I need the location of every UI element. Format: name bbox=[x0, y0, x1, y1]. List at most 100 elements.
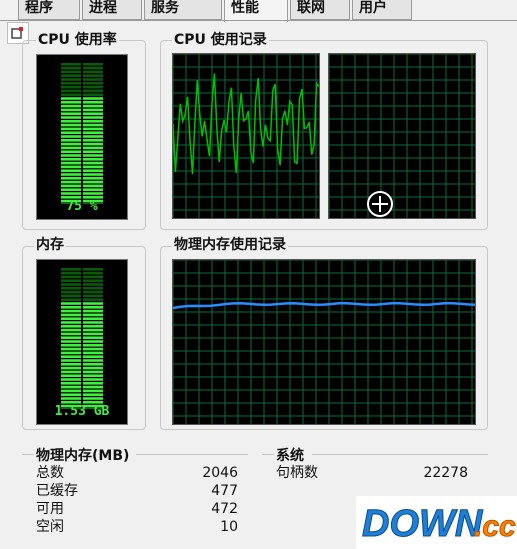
system-handles-label: 句柄数 bbox=[276, 465, 318, 481]
meter-segment bbox=[61, 268, 81, 271]
meter-segment bbox=[61, 112, 81, 115]
meter-segment bbox=[83, 317, 103, 320]
meter-segment bbox=[61, 154, 81, 157]
meter-segment bbox=[61, 363, 81, 366]
meter-segment bbox=[83, 363, 103, 366]
meter-segment bbox=[61, 366, 81, 370]
meter-segment bbox=[83, 112, 103, 115]
meter-segment bbox=[83, 97, 103, 100]
crosshair-cursor-icon bbox=[367, 191, 393, 217]
memory-history-graph bbox=[172, 259, 476, 425]
physical-memory-total-label: 总数 bbox=[36, 465, 64, 481]
meter-segment bbox=[83, 184, 103, 188]
meter-segment bbox=[61, 271, 81, 275]
meter-segment bbox=[61, 177, 81, 180]
meter-segment bbox=[83, 325, 103, 328]
meter-segment bbox=[61, 397, 81, 400]
meter-segment bbox=[83, 313, 103, 317]
meter-segment bbox=[83, 116, 103, 119]
meter-segment bbox=[83, 177, 103, 180]
tab-users[interactable]: 用户 bbox=[352, 0, 412, 20]
physical-memory-available-label: 可用 bbox=[36, 501, 64, 517]
tab-processes[interactable]: 进程 bbox=[82, 0, 142, 20]
meter-segment bbox=[61, 340, 81, 343]
meter-segment bbox=[83, 66, 103, 70]
meter-segment bbox=[61, 313, 81, 317]
meter-segment bbox=[61, 188, 81, 191]
meter-segment bbox=[61, 283, 81, 286]
meter-segment bbox=[61, 355, 81, 358]
meter-segment bbox=[61, 351, 81, 355]
tab-performance[interactable]: 性能 bbox=[224, 0, 288, 22]
cpu-history-line bbox=[173, 73, 319, 175]
meter-segment bbox=[83, 271, 103, 275]
meter-segment bbox=[83, 146, 103, 150]
meter-segment bbox=[61, 82, 81, 85]
meter-segment bbox=[61, 325, 81, 328]
meter-segment bbox=[83, 123, 103, 127]
meter-segment bbox=[83, 306, 103, 309]
meter-segment bbox=[61, 63, 81, 66]
tab-label: 服务 bbox=[151, 0, 179, 16]
meter-segment bbox=[61, 120, 81, 123]
meter-segment bbox=[61, 382, 81, 385]
physical-memory-free-label: 空闲 bbox=[36, 519, 64, 535]
meter-segment bbox=[61, 294, 81, 298]
meter-segment bbox=[61, 378, 81, 381]
memory-meter: 1.53 GB bbox=[36, 259, 128, 425]
meter-segment bbox=[61, 332, 81, 336]
svg-text:.cc: .cc bbox=[474, 510, 516, 543]
system-title: 系统 bbox=[276, 448, 304, 464]
meter-segment bbox=[61, 290, 81, 294]
meter-segment bbox=[83, 385, 103, 389]
meter-segment bbox=[83, 70, 103, 74]
meter-segment bbox=[83, 150, 103, 153]
meter-segment bbox=[83, 158, 103, 161]
tab-applications[interactable]: 程序 bbox=[18, 0, 80, 20]
tab-services[interactable]: 服务 bbox=[144, 0, 222, 20]
meter-segment bbox=[83, 173, 103, 176]
memory-value: 1.53 GB bbox=[54, 404, 110, 419]
meter-segment bbox=[83, 165, 103, 169]
meter-segment bbox=[83, 161, 103, 165]
meter-segment bbox=[61, 169, 81, 172]
svg-text:DOWN: DOWN bbox=[362, 503, 484, 545]
meter-segment bbox=[83, 370, 103, 374]
meter-segment bbox=[83, 351, 103, 355]
meter-segment bbox=[61, 287, 81, 290]
meter-segment bbox=[61, 93, 81, 96]
meter-segment bbox=[61, 347, 81, 351]
meter-segment bbox=[83, 290, 103, 294]
meter-segment bbox=[61, 146, 81, 150]
meter-segment bbox=[61, 309, 81, 313]
meter-segment bbox=[83, 108, 103, 112]
meter-segment bbox=[61, 317, 81, 320]
meter-segment bbox=[83, 192, 103, 195]
meter-segment bbox=[61, 85, 81, 89]
meter-segment bbox=[61, 74, 81, 77]
meter-segment bbox=[61, 298, 81, 301]
meter-segment bbox=[83, 93, 103, 96]
memory-history-title: 物理内存使用记录 bbox=[172, 236, 288, 254]
meter-segment bbox=[83, 169, 103, 172]
meter-segment bbox=[83, 78, 103, 81]
meter-segment bbox=[61, 306, 81, 309]
meter-segment bbox=[61, 321, 81, 324]
meter-segment bbox=[83, 355, 103, 358]
meter-segment bbox=[83, 131, 103, 134]
meter-segment bbox=[61, 89, 81, 93]
tab-networking[interactable]: 联网 bbox=[290, 0, 350, 20]
meter-segment bbox=[83, 63, 103, 66]
meter-segment bbox=[61, 370, 81, 374]
meter-segment bbox=[83, 180, 103, 184]
cpu-usage-value: 75 % bbox=[66, 199, 98, 214]
cpu-history-title: CPU 使用记录 bbox=[172, 31, 269, 49]
tab-label: 程序 bbox=[25, 0, 53, 16]
meter-segment bbox=[61, 150, 81, 153]
meter-segment bbox=[83, 279, 103, 282]
memory-title: 内存 bbox=[34, 236, 66, 254]
tab-label: 性能 bbox=[231, 0, 259, 16]
memory-history-line bbox=[173, 301, 475, 310]
meter-segment bbox=[83, 328, 103, 332]
physical-memory-title: 物理内存(MB) bbox=[36, 448, 130, 464]
